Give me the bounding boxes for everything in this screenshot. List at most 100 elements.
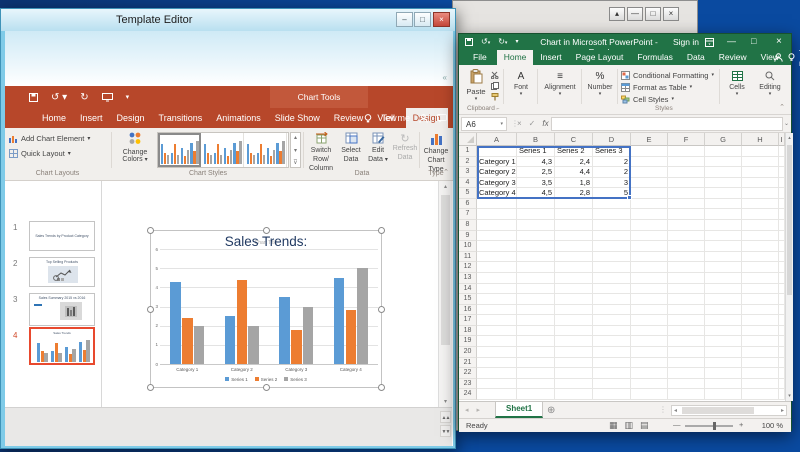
cell-F4[interactable] [668,178,705,189]
bar-series-3-category-1[interactable] [194,326,205,364]
collapse-ribbon-icon[interactable]: ⌃ [443,168,449,176]
cell-B3[interactable]: 2,5 [517,167,555,178]
cell-B13[interactable] [517,273,555,284]
cell-styles-button[interactable]: Cell Styles▾ [621,93,714,105]
cell-D14[interactable] [593,284,631,295]
bar-series-1-category-2[interactable] [51,351,54,362]
ppt-tab-format[interactable]: Format [448,108,453,128]
cell-E11[interactable] [631,252,668,263]
formula-bar-input[interactable] [551,117,783,131]
pin-icon[interactable]: ▴ [609,7,625,21]
cell-D22[interactable] [593,368,631,379]
cell-E17[interactable] [631,315,668,326]
cell-H16[interactable] [742,305,779,316]
cell-A24[interactable] [477,389,517,400]
row-header-18[interactable]: 18 [459,326,477,337]
chart-object[interactable]: Chart Title Sales Trends: 0123456Categor… [150,230,382,388]
cell-E20[interactable] [631,347,668,358]
cell-D16[interactable] [593,305,631,316]
row-header-12[interactable]: 12 [459,262,477,273]
bar-series-1-category-1[interactable] [37,343,40,362]
switch-row-column-button[interactable]: Switch Row/ Column [306,132,336,173]
redo-icon[interactable]: ↻ [80,92,88,103]
resize-handle[interactable] [378,227,385,234]
cell-H15[interactable] [742,294,779,305]
cell-H21[interactable] [742,358,779,369]
bar-series-3-category-3[interactable] [72,349,75,362]
row-header-1[interactable]: 1 [459,146,477,157]
cell-A13[interactable] [477,273,517,284]
bar-series-3-category-4[interactable] [282,141,284,164]
cell-A22[interactable] [477,368,517,379]
row-header-24[interactable]: 24 [459,389,477,400]
format-painter-icon[interactable] [491,93,499,101]
resize-handle[interactable] [263,227,270,234]
bar-series-2-category-3[interactable] [291,330,302,365]
cell-H6[interactable] [742,199,779,210]
cell-A7[interactable] [477,209,517,220]
chart-legend[interactable]: Series 1Series 2Series 3 [151,377,381,382]
cell-H14[interactable] [742,284,779,295]
chart-style-1[interactable] [158,133,201,167]
quick-layout-button[interactable]: Quick Layout▾ [9,147,71,160]
cell-C2[interactable]: 2,4 [555,157,593,168]
cell-B18[interactable] [517,326,555,337]
cell-E6[interactable] [631,199,668,210]
cell-D24[interactable] [593,389,631,400]
cell-B2[interactable]: 4,3 [517,157,555,168]
cell-E7[interactable] [631,209,668,220]
bar-series-3-category-1[interactable] [167,155,169,164]
cell-E2[interactable] [631,157,668,168]
cell-A15[interactable] [477,294,517,305]
row-header-8[interactable]: 8 [459,220,477,231]
customize-qat-icon[interactable]: ▾ [126,93,130,101]
cell-D18[interactable] [593,326,631,337]
format-as-table-button[interactable]: Format as Table▾ [621,81,714,93]
resize-handle[interactable] [378,384,385,391]
bar-series-3-category-4[interactable] [196,141,198,164]
save-icon[interactable] [29,93,38,102]
cell-D8[interactable] [593,220,631,231]
cell-B12[interactable] [517,262,555,273]
cell-G10[interactable] [705,241,742,252]
cell-F15[interactable] [668,294,705,305]
cell-B22[interactable] [517,368,555,379]
cell-G12[interactable] [705,262,742,273]
cell-E14[interactable] [631,284,668,295]
cell-A18[interactable] [477,326,517,337]
column-header-b[interactable]: B [517,133,555,146]
cell-H10[interactable] [742,241,779,252]
cell-H1[interactable] [742,146,779,157]
cell-C9[interactable] [555,231,593,242]
cell-F22[interactable] [668,368,705,379]
chart-style-2[interactable] [201,133,244,167]
cell-D17[interactable] [593,315,631,326]
bar-series-2-category-1[interactable] [41,351,44,362]
tabbar-splitter[interactable]: ⋮ [659,405,667,414]
cell-A5[interactable]: Category 4 [477,188,517,199]
cell-G9[interactable] [705,231,742,242]
cell-F23[interactable] [668,379,705,390]
cell-B16[interactable] [517,305,555,316]
cell-E4[interactable] [631,178,668,189]
font-group-button[interactable]: A Font ▾ [508,71,534,97]
cell-D13[interactable] [593,273,631,284]
ppt-tab-animations[interactable]: Animations [209,108,268,128]
excel-tab-home[interactable]: Home [497,50,534,65]
column-header-h[interactable]: H [742,133,779,146]
cell-C23[interactable] [555,379,593,390]
cell-H13[interactable] [742,273,779,284]
collapse-ribbon-icon[interactable]: ⌃ [779,103,785,111]
cell-F24[interactable] [668,389,705,400]
cell-C5[interactable]: 2,8 [555,188,593,199]
cell-E18[interactable] [631,326,668,337]
zoom-slider[interactable] [685,425,733,427]
select-all-corner[interactable] [459,133,477,146]
cell-F5[interactable] [668,188,705,199]
cell-F13[interactable] [668,273,705,284]
grid-vertical-scrollbar[interactable]: ▴ ▾ [785,133,793,401]
cell-A9[interactable] [477,231,517,242]
slide-thumbnail-1[interactable]: Sales Trends by Product Category [29,221,95,251]
title-bar[interactable]: Template Editor – □ × [1,9,455,31]
cell-E13[interactable] [631,273,668,284]
